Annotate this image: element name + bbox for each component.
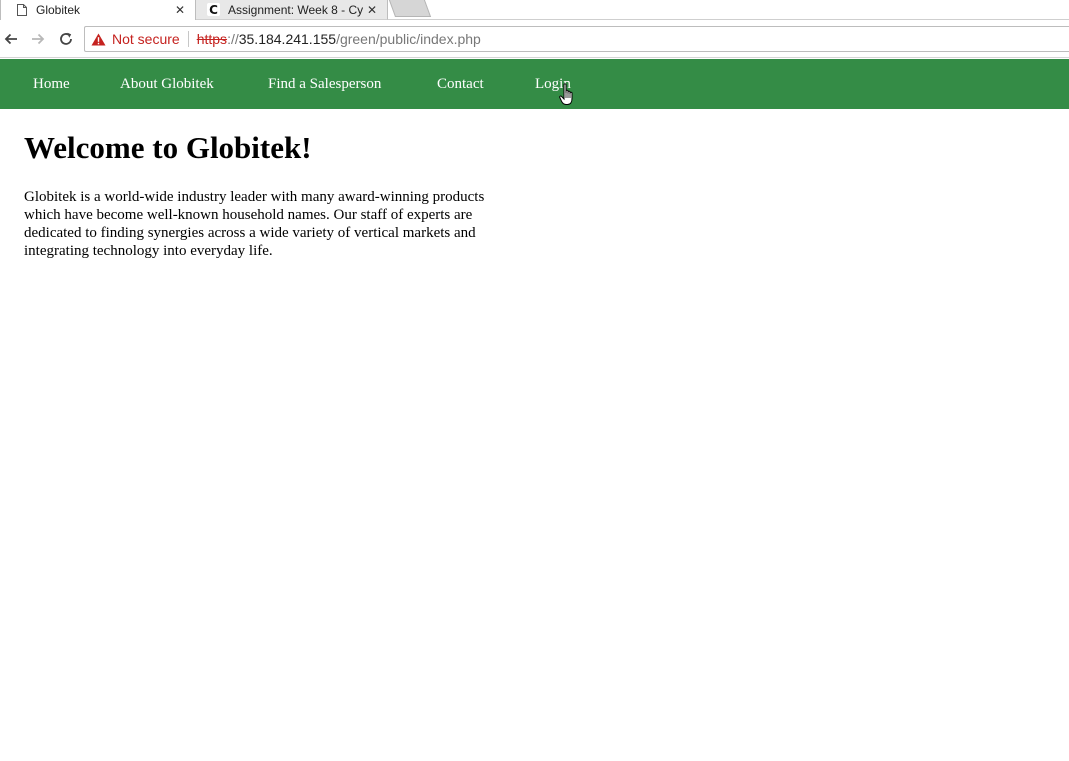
new-tab-button[interactable]	[388, 0, 432, 17]
browser-toolbar: Not secure https://35.184.241.155/green/…	[0, 20, 1069, 58]
reload-icon	[60, 32, 72, 45]
nav-find-salesperson[interactable]: Find a Salesperson	[268, 59, 381, 109]
main-content: Welcome to Globitek! Globitek is a world…	[24, 128, 524, 260]
tab-title: Globitek	[36, 3, 81, 17]
hand-cursor-icon	[559, 83, 573, 105]
url-host: 35.184.241.155	[238, 31, 337, 47]
c-favicon-icon: C	[207, 3, 220, 17]
forward-button[interactable]	[28, 29, 48, 49]
browser-tab-strip: Globitek ✕ C Assignment: Week 8 - Cy ✕	[0, 0, 1069, 20]
tab-title: Assignment: Week 8 - Cy	[228, 2, 364, 17]
tab-assignment[interactable]: C Assignment: Week 8 - Cy ✕	[196, 0, 388, 20]
site-nav-bar: Home About Globitek Find a Salesperson C…	[0, 59, 1069, 109]
back-button[interactable]	[1, 29, 21, 49]
nav-about[interactable]: About Globitek	[120, 59, 214, 109]
url-separator: ://	[227, 31, 239, 47]
page-icon	[17, 4, 27, 16]
tab-globitek[interactable]: Globitek ✕	[0, 0, 196, 20]
not-secure-label[interactable]: Not secure	[112, 31, 180, 47]
tab-close-icon[interactable]: ✕	[173, 3, 187, 17]
forward-arrow-icon	[32, 33, 45, 45]
nav-home[interactable]: Home	[33, 59, 70, 109]
back-arrow-icon	[4, 33, 17, 45]
reload-button[interactable]	[56, 29, 76, 49]
nav-contact[interactable]: Contact	[437, 59, 484, 109]
address-bar[interactable]: Not secure https://35.184.241.155/green/…	[84, 26, 1069, 52]
url-scheme: https	[196, 31, 228, 47]
omnibox-divider	[187, 31, 189, 47]
tab-close-icon[interactable]: ✕	[365, 3, 379, 17]
url-path: /green/public/index.php	[336, 31, 481, 47]
page-title: Welcome to Globitek!	[24, 130, 312, 165]
intro-paragraph: Globitek is a world-wide industry leader…	[24, 189, 485, 259]
warning-icon	[91, 33, 106, 46]
